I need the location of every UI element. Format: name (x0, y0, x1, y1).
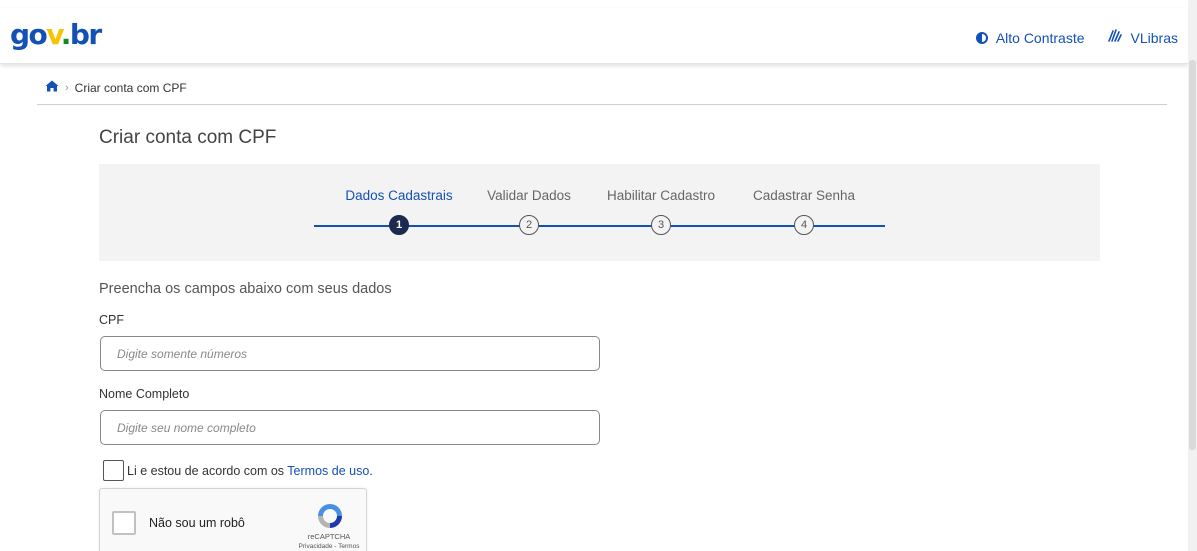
recaptcha-label: Não sou um robô (149, 516, 245, 530)
steps-panel: Dados Cadastrais 1 Validar Dados 2 Habil… (99, 164, 1100, 261)
terms-text: Li e estou de acordo com os Termos de us… (127, 464, 373, 478)
high-contrast-label: Alto Contraste (995, 29, 1085, 46)
page: gov.br Alto Contraste VLibras › Criar co… (0, 0, 1197, 551)
logo-part-dot: . (60, 18, 72, 51)
page-scrollbar[interactable] (1188, 0, 1197, 551)
recaptcha-brand: reCAPTCHA (307, 532, 351, 541)
vlibras-label: VLibras (1130, 29, 1178, 46)
step-number: 1 (389, 215, 409, 235)
terms-row: Li e estou de acordo com os Termos de us… (103, 460, 373, 481)
cpf-label: CPF (99, 313, 124, 327)
logo-part-v: v (46, 18, 62, 51)
recaptcha-logo-icon (318, 504, 342, 528)
logo-part-go: go (10, 18, 48, 51)
step-number: 2 (519, 215, 539, 235)
recaptcha-privacy-terms[interactable]: Privacidade - Termos (292, 543, 366, 550)
terms-prefix: Li e estou de acordo com os (127, 463, 288, 478)
home-icon[interactable] (45, 80, 59, 95)
scrollbar-thumb[interactable] (1189, 60, 1196, 450)
step-label: Validar Dados (487, 188, 571, 203)
govbr-logo[interactable]: gov.br (10, 18, 102, 51)
step-label: Dados Cadastrais (345, 188, 453, 203)
breadcrumb-current: Criar conta com CPF (74, 80, 187, 95)
page-title: Criar conta com CPF (99, 127, 277, 148)
step-label: Cadastrar Senha (752, 188, 856, 203)
step-number: 4 (794, 215, 814, 235)
recaptcha-checkbox[interactable] (112, 511, 136, 535)
step-number: 3 (651, 215, 671, 235)
hands-icon (1107, 28, 1123, 47)
logo-part-br: br (69, 18, 102, 51)
full-name-label: Nome Completo (99, 387, 190, 401)
header-actions: Alto Contraste VLibras (975, 28, 1178, 47)
step-label: Habilitar Cadastro (606, 188, 716, 203)
recaptcha-widget: Não sou um robô reCAPTCHA Privacidade - … (99, 488, 367, 551)
vlibras-button[interactable]: VLibras (1107, 28, 1178, 47)
contrast-icon (975, 31, 988, 44)
cpf-input[interactable] (100, 336, 600, 371)
full-name-input[interactable] (100, 410, 600, 445)
breadcrumb-divider (37, 104, 1167, 105)
terms-of-use-link[interactable]: Termos de uso (287, 464, 369, 478)
terms-suffix: . (369, 463, 373, 478)
form-instruction: Preencha os campos abaixo com seus dados (99, 281, 392, 297)
top-header: gov.br Alto Contraste VLibras (0, 8, 1188, 64)
chevron-right-icon: › (65, 81, 69, 94)
high-contrast-button[interactable]: Alto Contraste (975, 29, 1085, 46)
terms-checkbox[interactable] (103, 460, 124, 481)
breadcrumb: › Criar conta com CPF (45, 80, 187, 95)
